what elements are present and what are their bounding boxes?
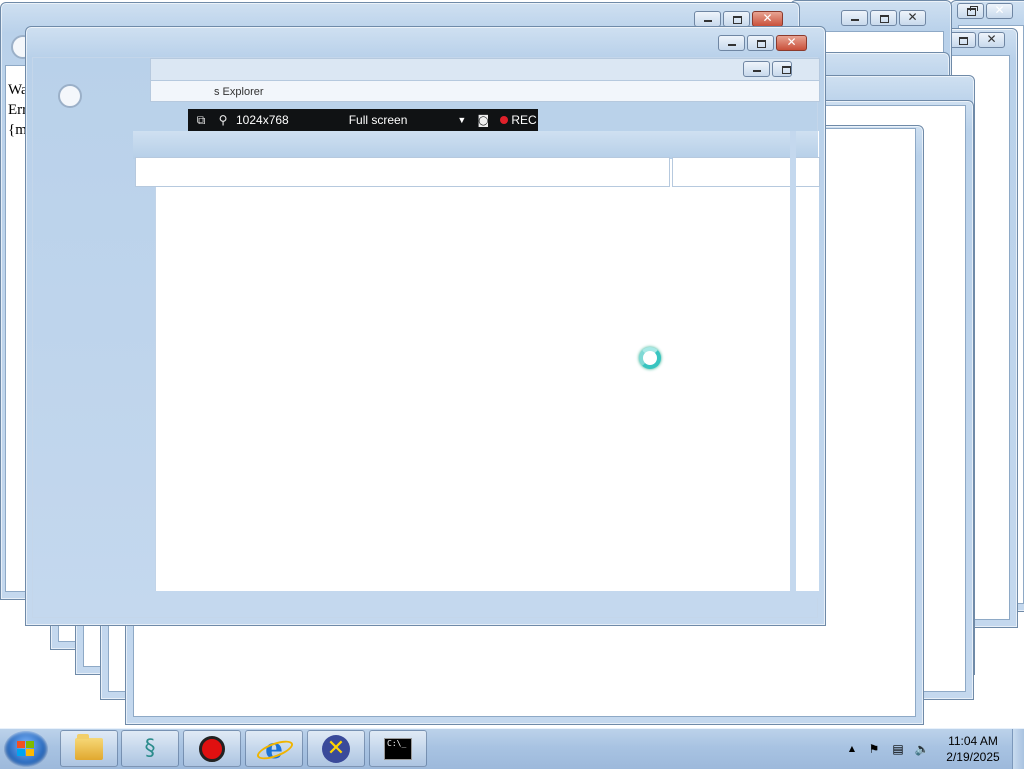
window-controls [743, 61, 792, 77]
triangle-down-icon[interactable]: ▼ [457, 115, 466, 125]
inner-bottom-strip [150, 592, 818, 598]
close-button[interactable]: ✕ [776, 35, 807, 51]
show-desktop-button[interactable] [1012, 729, 1024, 769]
dragon-icon: § [144, 735, 156, 761]
explorer-title-fragment: s Explorer [214, 86, 264, 98]
restore-button[interactable] [957, 3, 984, 19]
folder-icon [75, 733, 103, 760]
maximize-button[interactable] [772, 61, 792, 77]
volume-muted-icon[interactable]: 🔈 [914, 741, 930, 757]
minimize-button[interactable] [694, 11, 721, 27]
rec-button-label[interactable]: REC [511, 113, 536, 127]
capture-mode-label[interactable]: Full screen [349, 113, 408, 127]
busy-cursor-icon [639, 347, 661, 369]
resolution-label[interactable]: 1024x768 [236, 113, 289, 127]
restore-icon[interactable]: ⧉ [194, 113, 208, 128]
back-circle-icon[interactable] [58, 84, 82, 108]
action-center-flag-icon[interactable]: ⚑ [866, 741, 882, 757]
content-pane [155, 131, 819, 591]
window-controls: ✕ [949, 32, 1005, 48]
inner-header [133, 131, 818, 159]
maximize-button[interactable] [723, 11, 750, 27]
recorder-toolbar: ⧉ ⚲ 1024x768 Full screen ▼ ◙ REC [188, 109, 538, 131]
start-button[interactable] [4, 731, 48, 767]
minimize-button[interactable] [841, 10, 868, 26]
taskbar: § e ✕ C:\_ ▲ ⚑ ▤ 🔈 11:04 AM 2/19/2025 [0, 728, 1024, 769]
windows-logo-icon [17, 741, 35, 757]
close-button[interactable]: ✕ [752, 11, 783, 27]
camera-icon[interactable]: ◙ [476, 113, 490, 127]
taskbar-explorer[interactable] [60, 730, 118, 767]
maximize-button[interactable] [870, 10, 897, 26]
show-hidden-icons[interactable]: ▲ [844, 741, 860, 757]
window-controls: ✕ [957, 3, 1013, 19]
minimize-button[interactable] [743, 61, 770, 77]
taskbar-internet-explorer[interactable]: e [245, 730, 303, 767]
close-button[interactable]: ✕ [899, 10, 926, 26]
inner-address-bar [135, 157, 670, 187]
clock-time: 11:04 AM [948, 734, 998, 748]
clock-date: 2/19/2025 [946, 750, 1000, 764]
network-icon[interactable]: ▤ [890, 741, 906, 757]
system-tray: ▲ ⚑ ▤ 🔈 [840, 729, 930, 769]
taskbar-dragon-app[interactable]: § [121, 730, 179, 767]
red-record-icon [199, 735, 225, 762]
maximize-button[interactable] [747, 35, 774, 51]
inner-side-strip [790, 131, 796, 593]
clock[interactable]: 11:04 AM 2/19/2025 [930, 733, 1016, 765]
record-dot-icon[interactable] [500, 116, 509, 124]
close-button[interactable]: ✕ [986, 3, 1013, 19]
ie-icon: e [260, 734, 288, 763]
x-badge-icon: ✕ [322, 734, 350, 763]
taskbar-command-prompt[interactable]: C:\_ [369, 730, 427, 767]
window-controls: ✕ [841, 10, 926, 26]
maximize-button[interactable] [949, 32, 976, 48]
taskbar-x-app[interactable]: ✕ [307, 730, 365, 767]
taskbar-screen-recorder[interactable] [183, 730, 241, 767]
address-bar-strip [150, 58, 820, 82]
inner-search-bar [672, 157, 820, 187]
minimize-button[interactable] [718, 35, 745, 51]
window-controls: ✕ [694, 11, 783, 27]
magnifier-icon[interactable]: ⚲ [216, 113, 230, 127]
close-button[interactable]: ✕ [978, 32, 1005, 48]
cmd-icon: C:\_ [384, 737, 412, 760]
window-controls: ✕ [718, 35, 807, 51]
